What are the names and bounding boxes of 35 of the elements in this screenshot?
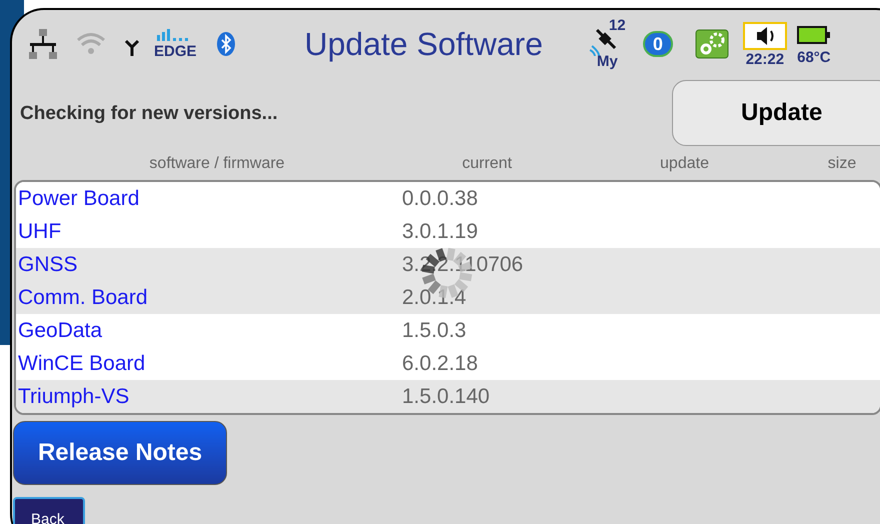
- satellite-count: 12: [608, 18, 626, 33]
- antenna-icon: [124, 39, 140, 57]
- window-title: Update Software: [304, 28, 543, 60]
- update-button[interactable]: Update: [672, 80, 880, 146]
- current-version: 0.0.0.38: [402, 186, 478, 212]
- software-name: Power Board: [17, 186, 140, 212]
- globe-badge: 0: [642, 31, 673, 57]
- network-type: EDGE: [154, 44, 197, 59]
- software-name: WinCE Board: [17, 350, 146, 377]
- software-name: Triumph-VS: [17, 384, 130, 410]
- current-version: 2.0.1.4: [402, 284, 466, 311]
- battery-icon: [796, 24, 831, 46]
- software-name: UHF: [17, 218, 62, 245]
- satellite-icon: [588, 28, 619, 56]
- back-button[interactable]: Back: [13, 497, 85, 524]
- column-header: current: [461, 154, 513, 174]
- column-header: software / firmware: [148, 154, 286, 174]
- current-version: 1.5.0.140: [402, 384, 490, 410]
- release-notes-button[interactable]: Release Notes: [13, 421, 227, 485]
- satellite-label: My: [596, 54, 618, 69]
- current-version: 1.5.0.3: [402, 318, 466, 344]
- software-name: Comm. Board: [17, 284, 149, 311]
- clock: 22:22: [746, 52, 784, 66]
- gear-icon[interactable]: [694, 29, 729, 59]
- current-version: 3.0.1.19: [402, 218, 478, 245]
- software-name: GeoData: [17, 318, 104, 344]
- bluetooth-icon: [216, 32, 235, 56]
- column-header: update: [659, 154, 710, 174]
- current-version: 6.0.2.18: [402, 350, 478, 377]
- status-message: Checking for new versions...: [20, 102, 279, 126]
- software-name: GNSS: [17, 252, 79, 278]
- speaker-icon[interactable]: [742, 22, 787, 50]
- column-header: size: [826, 154, 858, 174]
- temperature: 68°C: [797, 50, 831, 64]
- network-icon: [28, 27, 58, 61]
